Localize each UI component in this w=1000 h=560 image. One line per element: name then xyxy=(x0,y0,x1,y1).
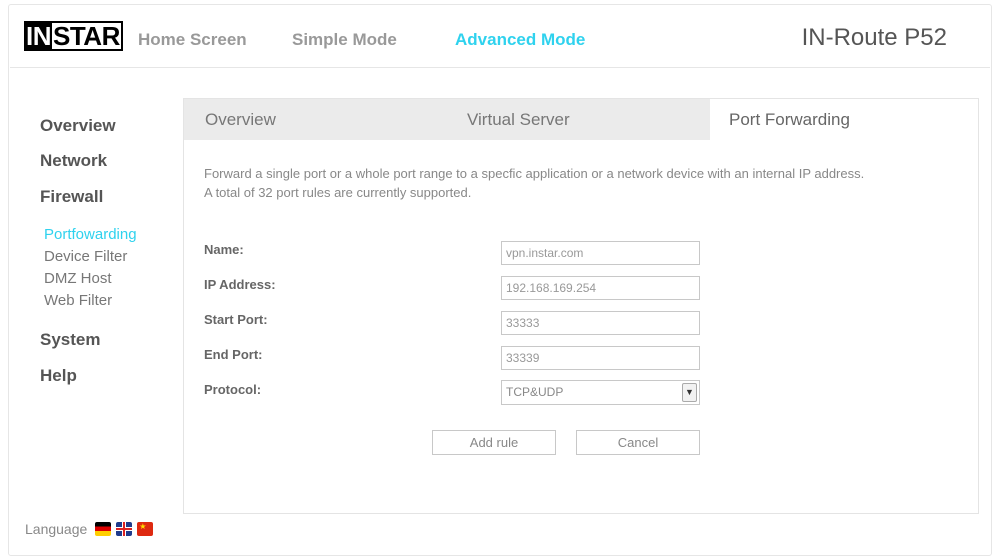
protocol-label: Protocol: xyxy=(204,382,262,397)
description-line-2: A total of 32 port rules are currently s… xyxy=(204,185,472,200)
add-rule-button[interactable]: Add rule xyxy=(432,430,556,455)
name-input[interactable] xyxy=(501,241,700,265)
instar-logo[interactable]: IN STAR xyxy=(24,21,123,51)
nav-home-screen[interactable]: Home Screen xyxy=(138,30,247,50)
sidebar-subitem-portforwarding[interactable]: Portfowarding xyxy=(44,226,137,243)
sidebar-item-system[interactable]: System xyxy=(40,330,100,350)
sidebar-subitem-web-filter[interactable]: Web Filter xyxy=(44,292,112,309)
de-flag-icon[interactable] xyxy=(95,522,112,536)
start-port-label: Start Port: xyxy=(204,312,268,327)
ip-address-input[interactable] xyxy=(501,276,700,300)
ip-address-label: IP Address: xyxy=(204,277,276,292)
name-label: Name: xyxy=(204,242,244,257)
sidebar-item-help[interactable]: Help xyxy=(40,366,77,386)
cancel-button[interactable]: Cancel xyxy=(576,430,700,455)
logo-part-1: IN xyxy=(24,21,52,51)
header-divider xyxy=(10,67,990,68)
cn-flag-icon[interactable]: ★ xyxy=(137,522,154,536)
chevron-down-icon[interactable]: ▼ xyxy=(682,383,697,402)
start-port-input[interactable] xyxy=(501,311,700,335)
sidebar-subitem-device-filter[interactable]: Device Filter xyxy=(44,248,127,265)
sidebar-subitem-dmz-host[interactable]: DMZ Host xyxy=(44,270,112,287)
tab-virtual-server[interactable]: Virtual Server xyxy=(467,110,570,130)
language-selector: Language ★ xyxy=(25,521,154,537)
nav-simple-mode[interactable]: Simple Mode xyxy=(292,30,397,50)
sidebar-item-network[interactable]: Network xyxy=(40,151,107,171)
device-title: IN-Route P52 xyxy=(801,24,947,51)
end-port-label: End Port: xyxy=(204,347,263,362)
sidebar-item-overview[interactable]: Overview xyxy=(40,116,116,136)
nav-advanced-mode[interactable]: Advanced Mode xyxy=(455,30,585,50)
tab-overview[interactable]: Overview xyxy=(205,110,276,130)
logo-part-2: STAR xyxy=(52,21,123,51)
tab-port-forwarding[interactable]: Port Forwarding xyxy=(729,110,850,130)
description-line-1: Forward a single port or a whole port ra… xyxy=(204,166,865,181)
language-label: Language xyxy=(25,521,88,537)
end-port-input[interactable] xyxy=(501,346,700,370)
sidebar-item-firewall[interactable]: Firewall xyxy=(40,187,103,207)
header: IN STAR Home Screen Simple Mode Advanced… xyxy=(0,0,1000,68)
protocol-selected-value: TCP&UDP xyxy=(506,385,564,399)
protocol-select[interactable]: TCP&UDP ▼ xyxy=(501,380,700,405)
uk-flag-icon[interactable] xyxy=(116,522,133,536)
